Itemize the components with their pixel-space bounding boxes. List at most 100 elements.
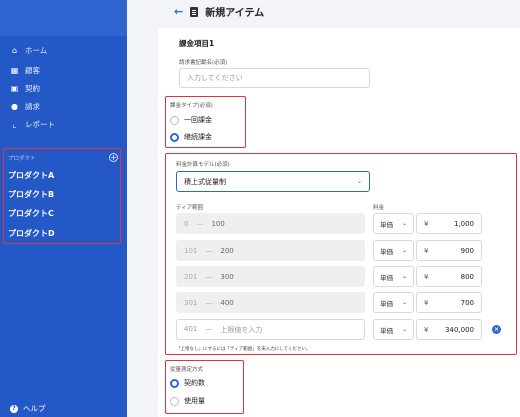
pricing-model-select[interactable]: 積上式従量制 ⌄ <box>176 171 370 192</box>
tier-separator: — <box>205 298 213 307</box>
metering-option-usage[interactable]: 使用量 <box>170 396 205 406</box>
tier-unit: 単価 <box>380 299 393 308</box>
tier-separator: — <box>205 272 213 281</box>
tier-unit: 単価 <box>380 247 393 256</box>
chevron-down-icon: ⌄ <box>401 247 407 254</box>
tier-to: 100 <box>211 219 225 228</box>
tier-unit-select[interactable]: 単価 ⌄ <box>373 213 414 234</box>
invoice-name-placeholder: 入力してください <box>187 74 243 82</box>
tier-separator: — <box>196 219 204 228</box>
radio-checked-icon <box>170 132 179 142</box>
sidebar-product-c[interactable]: プロダクトC <box>8 208 54 219</box>
page-title: 新規アイテム <box>205 8 265 19</box>
help-icon: ? <box>10 404 18 413</box>
sidebar-item-home[interactable]: ⌂ ホーム <box>10 45 47 56</box>
tier-price-input[interactable]: ¥1,000 <box>416 213 482 234</box>
radio-unchecked-icon <box>170 115 179 125</box>
tier-price: 1,000 <box>453 219 474 228</box>
tier-price: 900 <box>460 246 474 255</box>
tier-unit: 単価 <box>380 273 393 282</box>
tier-from: 401 <box>184 324 198 333</box>
sidebar-item-billing[interactable]: ● 請求 <box>10 101 40 112</box>
currency-symbol: ¥ <box>424 272 429 281</box>
sidebar-item-label: レポート <box>25 120 55 129</box>
document-icon <box>190 6 199 17</box>
tier-price: 700 <box>460 298 474 307</box>
tier-to: 200 <box>220 246 234 255</box>
tier-price-input[interactable]: ¥700 <box>416 292 482 313</box>
billing-type-option-recurring[interactable]: 継続課金 <box>170 132 212 142</box>
billing-type-option-once[interactable]: 一回課金 <box>170 115 212 125</box>
sidebar-item-customers[interactable]: ▦ 顧客 <box>10 65 40 76</box>
sidebar-product-b[interactable]: プロダクトB <box>8 189 54 200</box>
sidebar-item-reports[interactable]: ⌞ レポート <box>10 119 55 130</box>
tier-separator: — <box>205 246 213 255</box>
chevron-down-icon: ⌄ <box>356 178 362 185</box>
sidebar-product-d[interactable]: プロダクトD <box>8 228 55 239</box>
products-heading: プロダクト + <box>8 153 118 162</box>
tier-price: 800 <box>460 272 474 281</box>
chevron-down-icon: ⌄ <box>401 299 407 306</box>
fee-header: 料金 <box>373 205 385 211</box>
tier-range-field-last[interactable]: 401 — 上限値を入力 <box>176 319 365 340</box>
tier-price-input[interactable]: ¥800 <box>416 266 482 287</box>
remove-tier-icon[interactable]: × <box>492 325 501 334</box>
sidebar-product-a[interactable]: プロダクトA <box>8 170 54 181</box>
currency-symbol: ¥ <box>424 219 429 228</box>
tier-to: 300 <box>220 272 234 281</box>
radio-label: 使用量 <box>184 397 205 405</box>
add-product-icon[interactable]: + <box>109 153 118 162</box>
radio-label: 継続課金 <box>184 133 212 141</box>
section-title: 課金項目1 <box>179 39 215 48</box>
tier-unit: 単価 <box>380 326 393 335</box>
radio-label: 契約数 <box>184 379 205 387</box>
tier-upper-limit-placeholder: 上限値を入力 <box>220 325 263 334</box>
tier-range-field: 301 — 400 <box>176 292 365 313</box>
sidebar-item-contracts[interactable]: ▣ 契約 <box>10 83 40 94</box>
tier-separator: — <box>205 324 213 333</box>
back-arrow-icon[interactable]: ← <box>174 5 183 18</box>
currency-symbol: ¥ <box>424 325 429 334</box>
chevron-down-icon: ⌄ <box>401 220 407 227</box>
metering-option-contracts[interactable]: 契約数 <box>170 378 205 388</box>
sidebar-item-label: 契約 <box>25 84 40 93</box>
tier-price-input[interactable]: ¥340,000 <box>416 319 482 340</box>
tier-from: 201 <box>184 272 198 281</box>
contract-icon: ▣ <box>10 84 19 93</box>
currency-symbol: ¥ <box>424 246 429 255</box>
currency-symbol: ¥ <box>424 298 429 307</box>
tier-unit: 単価 <box>380 220 393 229</box>
tier-unit-select[interactable]: 単価 ⌄ <box>373 240 414 261</box>
pricing-model-label: 料金計算モデル(必須) <box>176 162 230 168</box>
page-header: ← 新規アイテム <box>174 4 264 19</box>
invoice-icon: ● <box>11 102 18 111</box>
invoice-name-input[interactable]: 入力してください <box>179 68 370 88</box>
invoice-name-label: 請求書記載名(必須) <box>179 60 228 66</box>
tier-unit-select[interactable]: 単価 ⌄ <box>373 319 414 340</box>
tier-range-field: 101 — 200 <box>176 240 365 261</box>
tier-unit-select[interactable]: 単価 ⌄ <box>373 266 414 287</box>
home-icon: ⌂ <box>11 46 18 55</box>
tier-from: 101 <box>184 246 198 255</box>
tier-unit-select[interactable]: 単価 ⌄ <box>373 292 414 313</box>
building-icon: ▦ <box>10 66 19 75</box>
tier-range-header: ティア範囲 <box>176 205 204 211</box>
tier-from: 0 <box>184 219 189 228</box>
chevron-down-icon: ⌄ <box>401 273 407 280</box>
tier-to: 400 <box>220 298 234 307</box>
radio-label: 一回課金 <box>184 116 212 124</box>
radio-checked-icon <box>170 378 179 388</box>
tier-price-input[interactable]: ¥900 <box>416 240 482 261</box>
sidebar-item-label: 請求 <box>25 102 40 111</box>
tier-from: 301 <box>184 298 198 307</box>
sidebar: ⌂ ホーム ▦ 顧客 ▣ 契約 ● 請求 ⌞ レポート プロダクト + プロダク… <box>0 0 127 417</box>
pricing-model-value: 積上式従量制 <box>184 177 226 186</box>
tier-price: 340,000 <box>445 325 474 334</box>
sidebar-logo-area <box>0 0 127 36</box>
metering-label: 従量測定方式 <box>170 367 204 373</box>
help-link[interactable]: ? ヘルプ <box>10 403 46 414</box>
help-label: ヘルプ <box>23 404 46 413</box>
radio-unchecked-icon <box>170 396 179 406</box>
tier-range-field: 201 — 300 <box>176 266 365 287</box>
tier-note: 「上限なし」にするには「ティア範囲」を未入力にしてください。 <box>176 347 311 352</box>
